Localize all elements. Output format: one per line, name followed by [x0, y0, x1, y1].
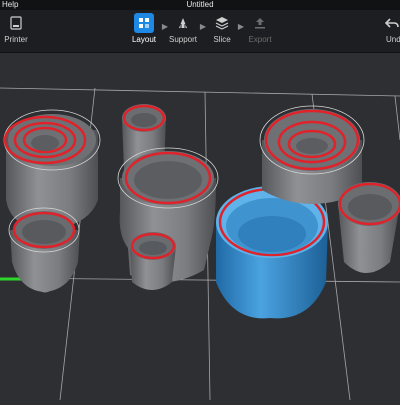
- step-layout-label: Layout: [131, 35, 157, 44]
- step-export[interactable]: Export: [238, 13, 282, 45]
- step-support-label: Support: [168, 35, 198, 44]
- printer-label: Printer: [4, 35, 28, 44]
- toolbar: Printer Layout ▶ Support ▶ Slice ▶ Expor…: [0, 10, 400, 53]
- part-cup-selected-blue[interactable]: [216, 186, 328, 319]
- printer-button[interactable]: Printer: [0, 13, 38, 45]
- slice-layers-icon: [212, 13, 232, 33]
- title-bar: Help Untitled: [0, 0, 400, 10]
- build-plate-scene: [0, 87, 400, 401]
- layout-icon: [134, 13, 154, 33]
- undo-icon: [382, 13, 400, 33]
- support-icon: [173, 13, 193, 33]
- window-title: Untitled: [186, 0, 214, 9]
- part-cup-right[interactable]: [338, 182, 400, 273]
- 3d-viewport[interactable]: [0, 53, 400, 401]
- step-export-label: Export: [248, 35, 272, 44]
- undo-label: Undo: [386, 35, 400, 44]
- export-upload-icon: [250, 13, 270, 33]
- part-cup-tiny-center[interactable]: [130, 232, 176, 290]
- printer-icon: [6, 13, 26, 33]
- undo-button[interactable]: Undo: [374, 13, 400, 45]
